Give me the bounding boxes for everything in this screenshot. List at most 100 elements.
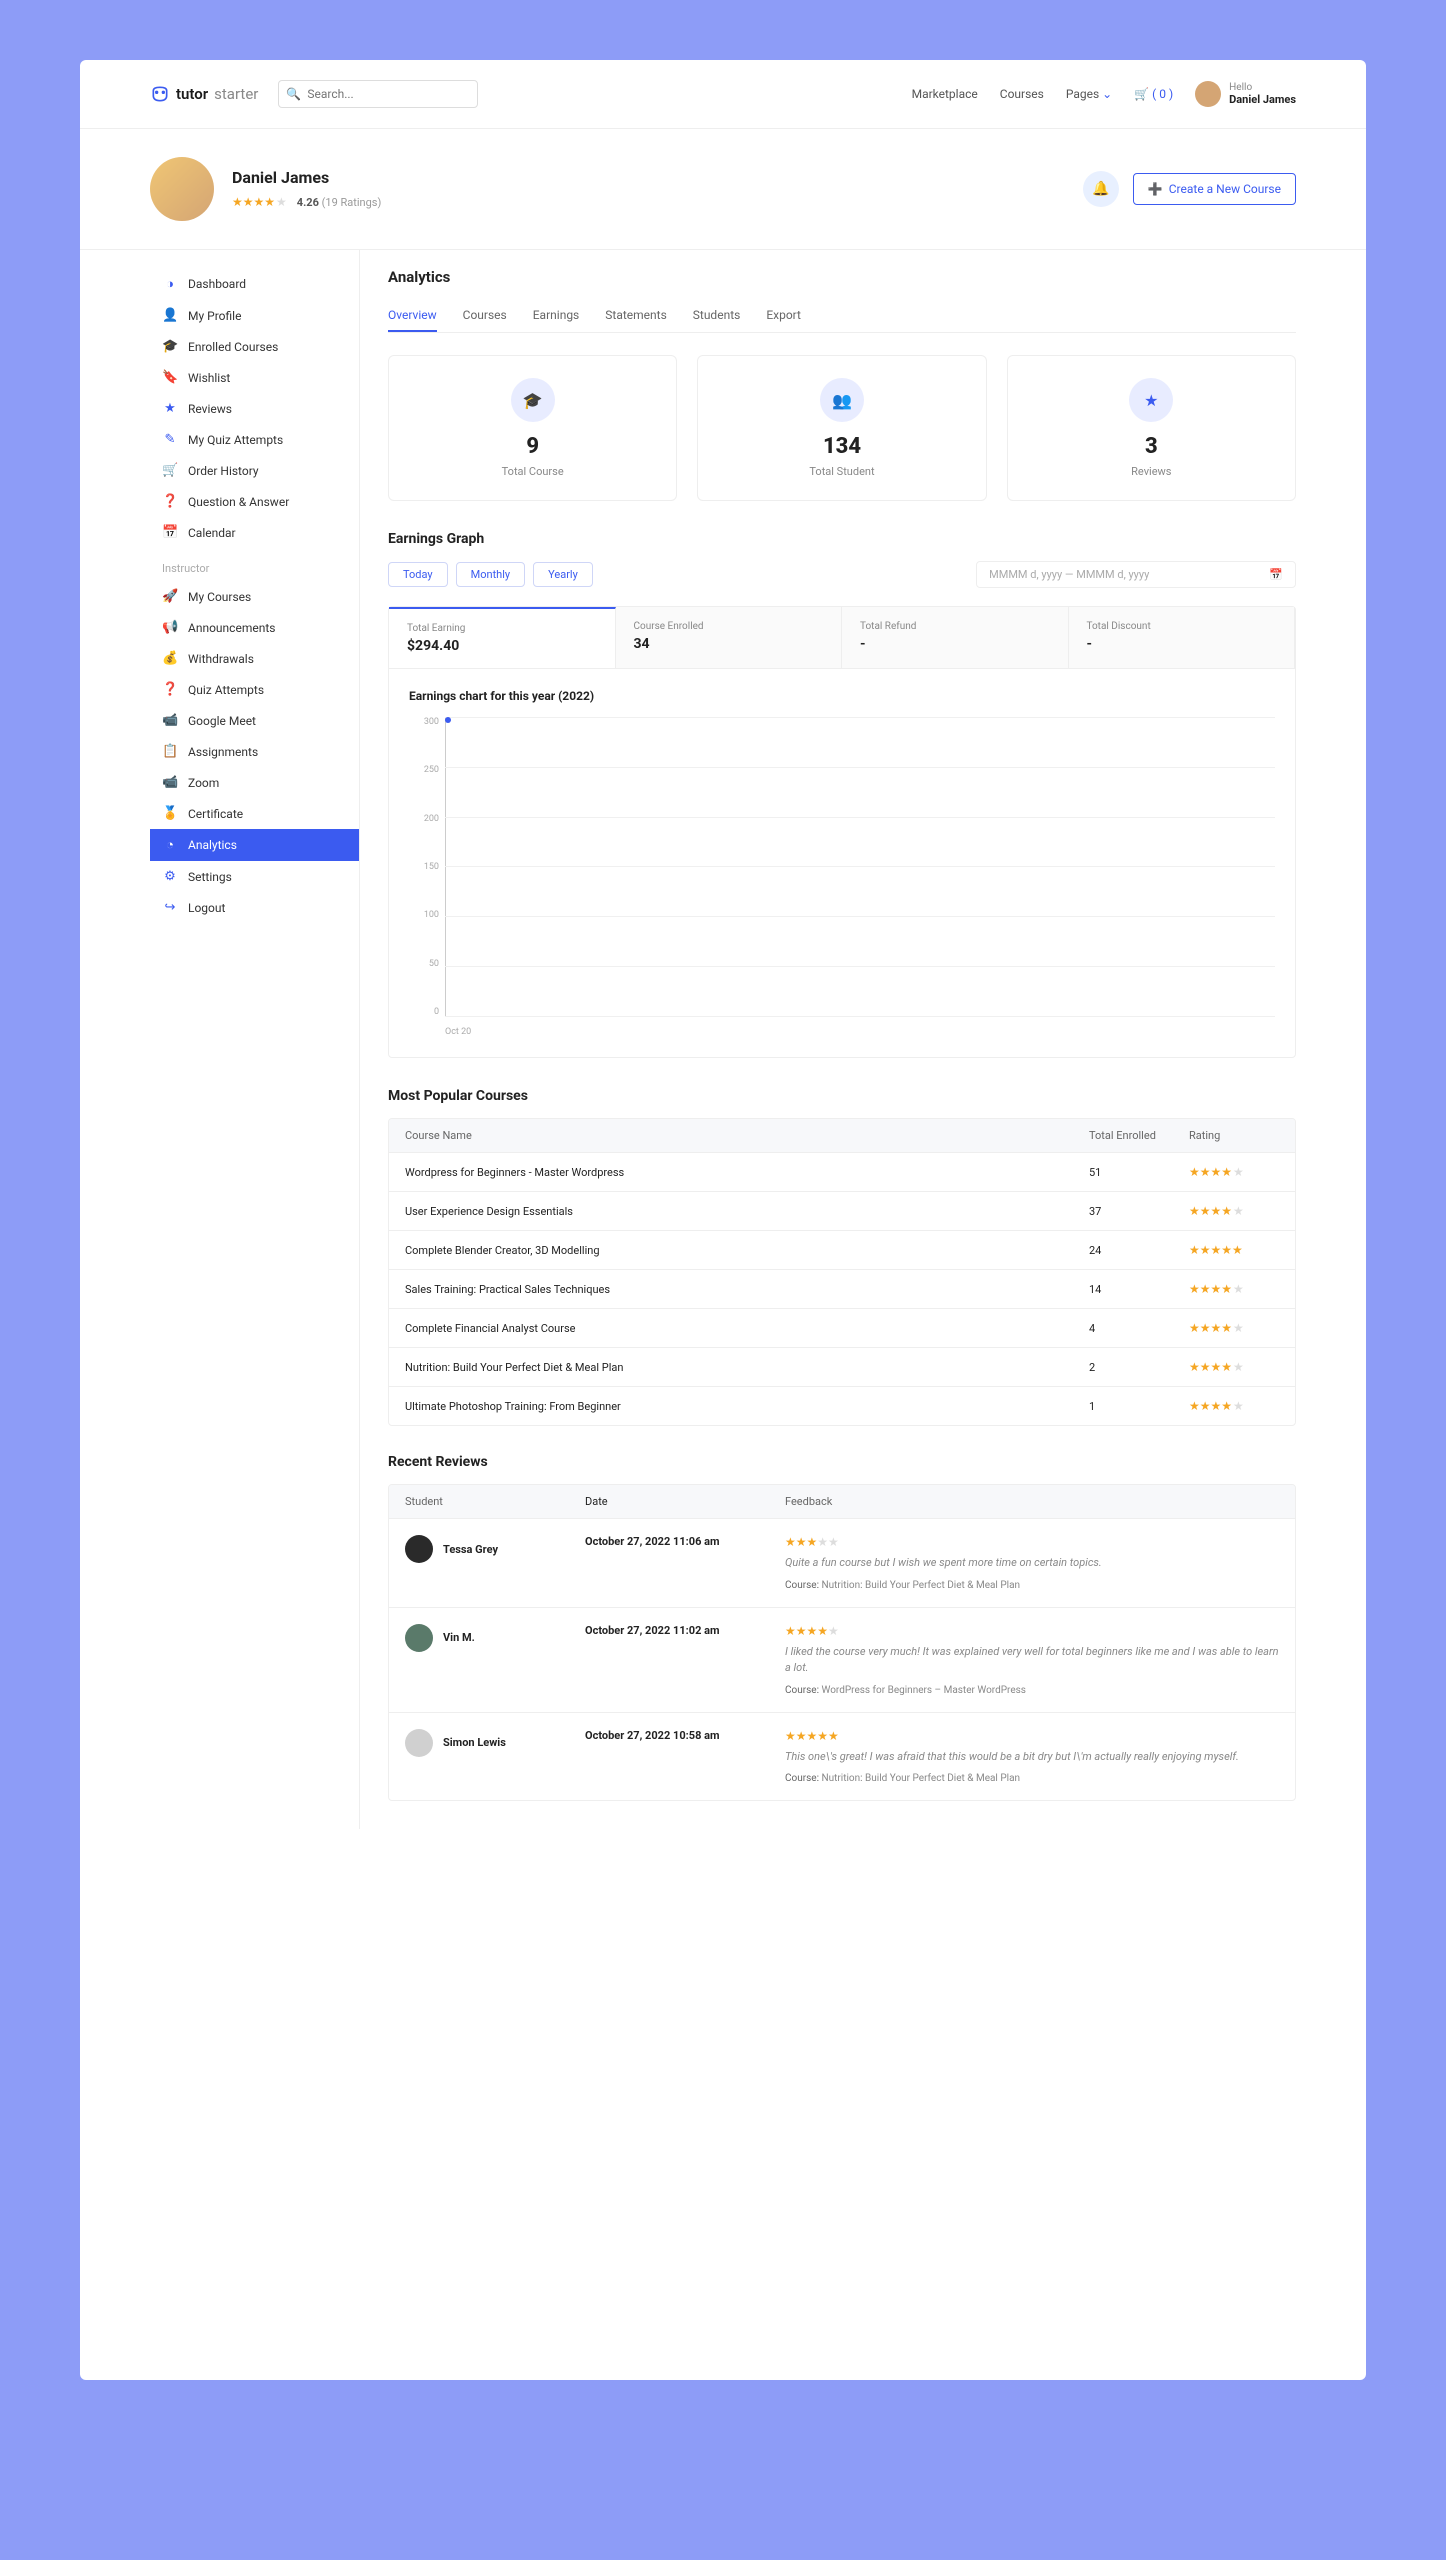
sidebar-label: Assignments bbox=[188, 745, 258, 759]
sidebar-icon: 💰 bbox=[162, 651, 178, 666]
range-yearly[interactable]: Yearly bbox=[533, 562, 593, 587]
sidebar: ◑Dashboard👤My Profile🎓Enrolled Courses🔖W… bbox=[150, 250, 360, 1829]
student-avatar bbox=[405, 1624, 433, 1652]
review-row: Tessa Grey October 27, 2022 11:06 am ★★★… bbox=[389, 1518, 1295, 1607]
course-row[interactable]: Wordpress for Beginners - Master Wordpre… bbox=[389, 1152, 1295, 1191]
sidebar-item-order-history[interactable]: 🛒Order History bbox=[150, 455, 359, 486]
range-monthly[interactable]: Monthly bbox=[456, 562, 526, 587]
popular-title: Most Popular Courses bbox=[388, 1088, 1296, 1104]
sidebar-item-dashboard[interactable]: ◑Dashboard bbox=[150, 268, 359, 300]
summary-card: ★3Reviews bbox=[1007, 355, 1296, 501]
sidebar-icon: 🛒 bbox=[162, 463, 178, 478]
rating-stars: ★★★★★ bbox=[1189, 1282, 1279, 1296]
sidebar-item-assignments[interactable]: 📋Assignments bbox=[150, 736, 359, 767]
sidebar-icon: 📹 bbox=[162, 713, 178, 728]
nav-courses[interactable]: Courses bbox=[1000, 87, 1044, 101]
profile-header: Daniel James ★★★★★ 4.26 (19 Ratings) 🔔 ➕… bbox=[80, 129, 1366, 250]
course-row[interactable]: Ultimate Photoshop Training: From Beginn… bbox=[389, 1386, 1295, 1425]
course-row[interactable]: Complete Financial Analyst Course4★★★★★ bbox=[389, 1308, 1295, 1347]
sidebar-icon: ◔ bbox=[162, 837, 178, 853]
rating-stars: ★★★★★ bbox=[1189, 1321, 1279, 1335]
sidebar-label: Dashboard bbox=[188, 277, 246, 291]
card-icon: 👥 bbox=[820, 378, 864, 422]
tab-export[interactable]: Export bbox=[766, 300, 801, 332]
nav-marketplace[interactable]: Marketplace bbox=[912, 87, 978, 101]
date-range-picker[interactable]: MMMM d, yyyy — MMMM d, yyyy 📅 bbox=[976, 561, 1296, 588]
student-avatar bbox=[405, 1729, 433, 1757]
chart-title: Earnings chart for this year (2022) bbox=[409, 689, 1275, 703]
tab-earnings[interactable]: Earnings bbox=[533, 300, 580, 332]
sidebar-item-settings[interactable]: ⚙Settings bbox=[150, 861, 359, 892]
graph-tab[interactable]: Total Discount- bbox=[1069, 607, 1296, 669]
card-value: 3 bbox=[1030, 434, 1273, 459]
chart-data-point bbox=[445, 717, 451, 723]
sidebar-label: Wishlist bbox=[188, 371, 230, 385]
student-name: Simon Lewis bbox=[443, 1736, 506, 1749]
tab-courses[interactable]: Courses bbox=[463, 300, 507, 332]
sidebar-label: My Courses bbox=[188, 590, 251, 604]
review-row: Vin M. October 27, 2022 11:02 am ★★★★★I … bbox=[389, 1607, 1295, 1712]
sidebar-item-analytics[interactable]: ◔Analytics bbox=[150, 829, 359, 861]
review-date: October 27, 2022 10:58 am bbox=[585, 1729, 785, 1742]
sidebar-label: Calendar bbox=[188, 526, 236, 540]
sidebar-item-certificate[interactable]: 🏅Certificate bbox=[150, 798, 359, 829]
sidebar-item-calendar[interactable]: 📅Calendar bbox=[150, 517, 359, 548]
plus-icon: ➕ bbox=[1148, 182, 1163, 196]
create-course-button[interactable]: ➕Create a New Course bbox=[1133, 173, 1296, 205]
graph-tab[interactable]: Total Earning$294.40 bbox=[389, 607, 616, 669]
sidebar-icon: ↪ bbox=[162, 900, 178, 915]
sidebar-label: Announcements bbox=[188, 621, 275, 635]
review-stars: ★★★★★ bbox=[785, 1729, 1279, 1743]
summary-card: 🎓9Total Course bbox=[388, 355, 677, 501]
sidebar-item-question-answer[interactable]: ❓Question & Answer bbox=[150, 486, 359, 517]
rating-stars: ★★★★★ bbox=[1189, 1360, 1279, 1374]
tab-overview[interactable]: Overview bbox=[388, 300, 437, 332]
chevron-down-icon: ⌄ bbox=[1102, 87, 1112, 101]
sidebar-item-quiz-attempts[interactable]: ❓Quiz Attempts bbox=[150, 674, 359, 705]
range-today[interactable]: Today bbox=[388, 562, 448, 587]
sidebar-item-my-profile[interactable]: 👤My Profile bbox=[150, 300, 359, 331]
sidebar-item-google-meet[interactable]: 📹 Google Meet bbox=[150, 705, 359, 736]
logo[interactable]: tutorstarter bbox=[150, 84, 258, 104]
review-date: October 27, 2022 11:02 am bbox=[585, 1624, 785, 1637]
course-row[interactable]: Nutrition: Build Your Perfect Diet & Mea… bbox=[389, 1347, 1295, 1386]
sidebar-icon: 📹 bbox=[162, 775, 178, 790]
search-input[interactable] bbox=[278, 80, 478, 108]
sidebar-label: Reviews bbox=[188, 402, 232, 416]
sidebar-item-reviews[interactable]: ★Reviews bbox=[150, 393, 359, 424]
course-row[interactable]: Complete Blender Creator, 3D Modelling24… bbox=[389, 1230, 1295, 1269]
reviews-title: Recent Reviews bbox=[388, 1454, 1296, 1470]
student-name: Tessa Grey bbox=[443, 1543, 498, 1556]
tab-statements[interactable]: Statements bbox=[605, 300, 667, 332]
nav-pages[interactable]: Pages ⌄ bbox=[1066, 87, 1112, 101]
search-box: 🔍 bbox=[278, 80, 478, 108]
sidebar-item-logout[interactable]: ↪Logout bbox=[150, 892, 359, 923]
sidebar-item-zoom[interactable]: 📹Zoom bbox=[150, 767, 359, 798]
tab-students[interactable]: Students bbox=[693, 300, 741, 332]
graph-tab[interactable]: Total Refund- bbox=[842, 607, 1069, 669]
earnings-chart-box: Total Earning$294.40Course Enrolled34Tot… bbox=[388, 606, 1296, 1058]
sidebar-icon: ❓ bbox=[162, 494, 178, 509]
cart-link[interactable]: 🛒 ( 0 ) bbox=[1134, 87, 1173, 101]
popular-courses-table: Course Name Total Enrolled Rating Wordpr… bbox=[388, 1118, 1296, 1426]
review-text: This one\'s great! I was afraid that thi… bbox=[785, 1749, 1279, 1766]
rating-stars: ★★★★★ bbox=[1189, 1165, 1279, 1179]
card-icon: 🎓 bbox=[511, 378, 555, 422]
topbar: tutorstarter 🔍 Marketplace Courses Pages… bbox=[80, 60, 1366, 129]
sidebar-icon: ⚙ bbox=[162, 869, 178, 884]
sidebar-item-announcements[interactable]: 📢Announcements bbox=[150, 612, 359, 643]
sidebar-label: Certificate bbox=[188, 807, 243, 821]
course-row[interactable]: User Experience Design Essentials37★★★★★ bbox=[389, 1191, 1295, 1230]
user-menu[interactable]: Hello Daniel James bbox=[1195, 81, 1296, 107]
sidebar-label: Google Meet bbox=[188, 714, 256, 728]
sidebar-item-my-courses[interactable]: 🚀My Courses bbox=[150, 581, 359, 612]
sidebar-item-enrolled-courses[interactable]: 🎓Enrolled Courses bbox=[150, 331, 359, 362]
sidebar-item-my-quiz-attempts[interactable]: ✎My Quiz Attempts bbox=[150, 424, 359, 455]
sidebar-item-wishlist[interactable]: 🔖Wishlist bbox=[150, 362, 359, 393]
graph-tab[interactable]: Course Enrolled34 bbox=[616, 607, 843, 669]
avatar bbox=[1195, 81, 1221, 107]
notifications-button[interactable]: 🔔 bbox=[1083, 171, 1119, 207]
card-icon: ★ bbox=[1129, 378, 1173, 422]
course-row[interactable]: Sales Training: Practical Sales Techniqu… bbox=[389, 1269, 1295, 1308]
sidebar-item-withdrawals[interactable]: 💰Withdrawals bbox=[150, 643, 359, 674]
